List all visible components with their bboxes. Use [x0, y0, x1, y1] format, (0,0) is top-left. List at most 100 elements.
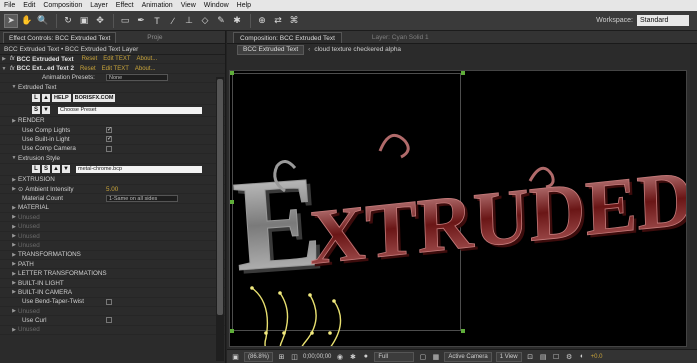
- expand-triangle-icon[interactable]: ▶: [10, 327, 18, 333]
- about-link[interactable]: About...: [137, 56, 158, 62]
- menu-edit[interactable]: Edit: [23, 2, 35, 9]
- ambient-intensity-value[interactable]: 5.00: [106, 186, 118, 193]
- clone-stamp-tool-icon[interactable]: ⊥: [182, 14, 196, 28]
- collapse-triangle-icon[interactable]: ▼: [0, 66, 8, 72]
- up-arrow-icon[interactable]: ▲: [52, 165, 60, 174]
- tab-layer[interactable]: Layer: Cyan Solid 1: [366, 32, 435, 43]
- fx-icon[interactable]: fx: [10, 56, 15, 62]
- magnification-dropdown[interactable]: (86.8%): [244, 351, 274, 362]
- builtin-light-row[interactable]: ▶ BUILT-IN LIGHT: [0, 279, 225, 289]
- scrollbar-thumb[interactable]: [217, 79, 223, 315]
- expand-triangle-icon[interactable]: ▶: [10, 186, 18, 192]
- zoom-tool-icon[interactable]: 🔍: [36, 14, 50, 28]
- edit-text-link[interactable]: Edit TEXT: [102, 66, 129, 72]
- menu-animation[interactable]: Animation: [142, 2, 173, 9]
- reset-link[interactable]: Reset: [82, 56, 98, 62]
- expand-triangle-icon[interactable]: ▶: [10, 242, 18, 248]
- collapse-triangle-icon[interactable]: ▼: [10, 155, 18, 161]
- expand-triangle-icon[interactable]: ▶: [10, 224, 18, 230]
- reset-link[interactable]: Reset: [80, 66, 96, 72]
- always-preview-icon[interactable]: ▣: [231, 352, 240, 361]
- view-axis-icon[interactable]: ⌘: [287, 14, 301, 28]
- rectangle-tool-icon[interactable]: ▭: [118, 14, 132, 28]
- effect-row-bcc-extruded-text-2[interactable]: ▼ fx BCC Ext...ed Text 2 Reset Edit TEXT…: [0, 64, 225, 74]
- axis-mode-icon[interactable]: ⇄: [271, 14, 285, 28]
- animation-presets-dropdown[interactable]: None: [106, 74, 168, 82]
- brush-tool-icon[interactable]: ∕: [166, 14, 180, 28]
- expand-triangle-icon[interactable]: ▶: [10, 205, 18, 211]
- material-row[interactable]: ▶ MATERIAL: [0, 204, 225, 214]
- extruded-text-row[interactable]: ▼ Extruded Text: [0, 83, 225, 93]
- composition-viewer[interactable]: E E XTRUDED XTRUDED: [229, 70, 687, 347]
- path-row[interactable]: ▶ PATH: [0, 260, 225, 270]
- builtin-camera-row[interactable]: ▶ BUILT-IN CAMERA: [0, 288, 225, 298]
- expand-triangle-icon[interactable]: ▶: [10, 252, 18, 258]
- use-comp-camera-checkbox[interactable]: [106, 145, 112, 152]
- rotate-tool-icon[interactable]: ↻: [61, 14, 75, 28]
- snapshot-camera-icon[interactable]: ◉: [335, 352, 344, 361]
- motion-keyframe[interactable]: [328, 331, 332, 335]
- motion-keyframe[interactable]: [308, 293, 312, 297]
- motion-keyframe[interactable]: [264, 331, 268, 335]
- pen-tool-icon[interactable]: ✒: [134, 14, 148, 28]
- use-comp-lights-checkbox[interactable]: ✓: [106, 126, 112, 133]
- material-count-dropdown[interactable]: 1-Same on all sides: [106, 194, 178, 202]
- show-snapshot-icon[interactable]: ✱: [348, 352, 357, 361]
- about-link[interactable]: About...: [135, 66, 156, 72]
- eraser-tool-icon[interactable]: ◇: [198, 14, 212, 28]
- extrusion-style-row[interactable]: ▼ Extrusion Style: [0, 154, 225, 164]
- menu-window[interactable]: Window: [204, 2, 229, 9]
- fx-icon[interactable]: fx: [10, 66, 15, 72]
- camera-tool-icon[interactable]: ▣: [77, 14, 91, 28]
- s-button[interactable]: S: [42, 165, 50, 174]
- tab-composition[interactable]: Composition: BCC Extruded Text: [233, 32, 342, 43]
- region-of-interest-icon[interactable]: ▢: [418, 352, 427, 361]
- expand-triangle-icon[interactable]: ▶: [10, 177, 18, 183]
- expand-triangle-icon[interactable]: ▶: [10, 261, 18, 267]
- render-row[interactable]: ▶ RENDER: [0, 117, 225, 126]
- up-arrow-icon[interactable]: ▲: [42, 94, 50, 103]
- menu-file[interactable]: File: [4, 2, 15, 9]
- type-tool-icon[interactable]: T: [150, 14, 164, 28]
- pan-behind-tool-icon[interactable]: ✥: [93, 14, 107, 28]
- view-layout-dropdown[interactable]: 1 View: [495, 351, 522, 362]
- roto-brush-tool-icon[interactable]: ✎: [214, 14, 228, 28]
- transformations-row[interactable]: ▶ TRANSFORMATIONS: [0, 251, 225, 261]
- choose-preset-field[interactable]: Choose Preset: [58, 106, 202, 114]
- menu-view[interactable]: View: [181, 2, 196, 9]
- expand-triangle-icon[interactable]: ▶: [10, 118, 18, 124]
- pixel-aspect-icon[interactable]: ⊡: [526, 352, 535, 361]
- channel-icon[interactable]: ●: [361, 352, 370, 361]
- tab-project[interactable]: Proje: [142, 32, 167, 43]
- mask-visibility-icon[interactable]: ◫: [290, 352, 299, 361]
- expand-triangle-icon[interactable]: ▶: [10, 214, 18, 220]
- menu-composition[interactable]: Composition: [43, 2, 82, 9]
- exposure-value[interactable]: +0.0: [591, 354, 603, 360]
- menu-effect[interactable]: Effect: [116, 2, 134, 9]
- effect-controls-scrollbar[interactable]: [216, 77, 224, 361]
- letter-transformations-row[interactable]: ▶ LETTER TRANSFORMATIONS: [0, 269, 225, 279]
- menu-layer[interactable]: Layer: [90, 2, 108, 9]
- tab-effect-controls[interactable]: Effect Controls: BCC Extruded Text: [3, 32, 117, 43]
- expand-triangle-icon[interactable]: ▶: [10, 289, 18, 295]
- camera-dropdown[interactable]: Active Camera: [444, 351, 492, 362]
- breadcrumb-comp-button[interactable]: BCC Extruded Text: [237, 44, 305, 55]
- local-axis-icon[interactable]: ⊕: [255, 14, 269, 28]
- s-button[interactable]: S: [32, 106, 40, 115]
- effect-row-bcc-extruded-text[interactable]: ▶ fx BCC Extruded Text Reset Edit TEXT A…: [0, 55, 225, 65]
- flowchart-icon[interactable]: ⚙: [565, 352, 574, 361]
- extrusion-file-field[interactable]: metal-chrome.bcp: [76, 165, 202, 173]
- l-button[interactable]: L: [32, 165, 40, 174]
- stopwatch-icon[interactable]: ⊙: [18, 186, 23, 193]
- expand-triangle-icon[interactable]: ▶: [10, 233, 18, 239]
- borisfx-button[interactable]: BORISFX.COM: [72, 94, 116, 103]
- help-button[interactable]: HELP: [52, 94, 71, 103]
- collapse-triangle-icon[interactable]: ▼: [10, 84, 18, 90]
- selection-tool-icon[interactable]: ➤: [4, 13, 18, 28]
- use-builtin-light-checkbox[interactable]: ✓: [106, 136, 112, 143]
- expand-triangle-icon[interactable]: ▶: [10, 280, 18, 286]
- resolution-dropdown[interactable]: Full: [374, 351, 415, 362]
- exposure-icon[interactable]: ◐: [578, 352, 587, 361]
- expand-triangle-icon[interactable]: ▶: [10, 271, 18, 277]
- transparency-grid-icon[interactable]: ▦: [431, 352, 440, 361]
